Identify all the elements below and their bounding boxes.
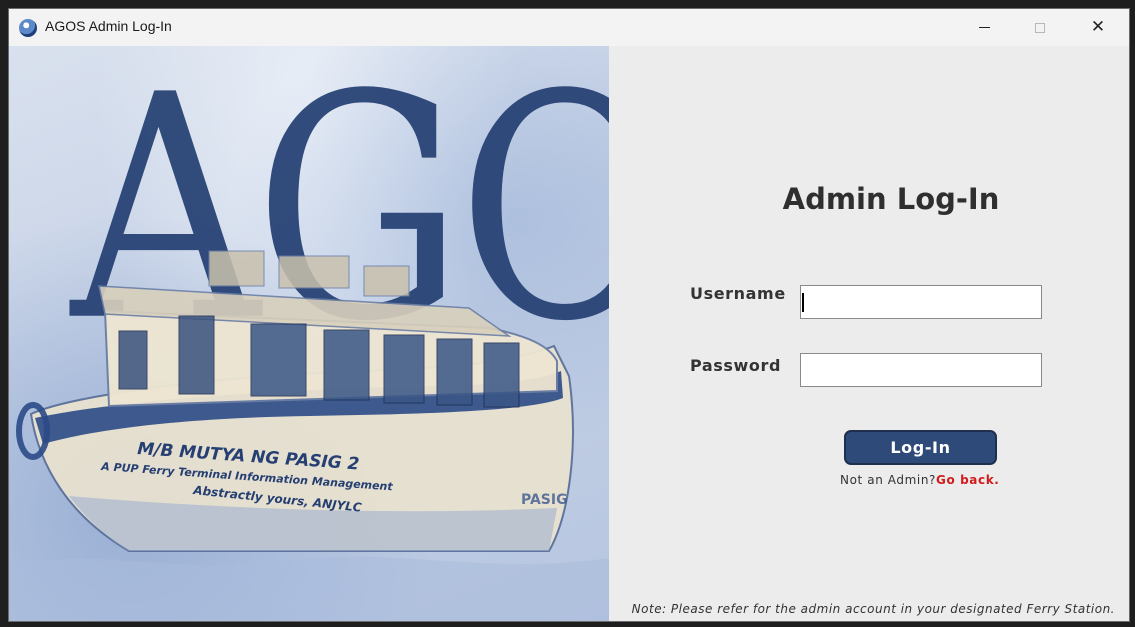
footer-note: Note: Please refer for the admin account…: [631, 602, 1115, 616]
minimize-button[interactable]: [961, 9, 1007, 46]
ferry-illustration: M/B MUTYA NG PASIG 2 A PUP Ferry Termina…: [9, 250, 609, 621]
close-button[interactable]: ✕: [1075, 9, 1121, 46]
username-label: Username: [690, 284, 786, 303]
not-admin-row: Not an Admin?Go back.: [840, 473, 999, 487]
minimize-icon: [978, 27, 990, 28]
login-button[interactable]: Log-In: [844, 430, 997, 465]
password-label: Password: [690, 356, 782, 375]
window-title: AGOS Admin Log-In: [45, 18, 172, 34]
title-bar[interactable]: AGOS Admin Log-In ✕: [9, 9, 1129, 46]
page-title: Admin Log-In: [782, 182, 1000, 216]
text-cursor: [802, 293, 804, 312]
username-input[interactable]: [800, 285, 1042, 319]
not-admin-text: Not an Admin?: [840, 473, 937, 487]
background-editor-strip: [0, 0, 8, 627]
boat-side-text: PASIG: [521, 492, 568, 508]
hero-image: AGOS M/B MUTY: [9, 46, 609, 621]
login-window: AGOS Admin Log-In ✕ AGOS: [8, 8, 1130, 622]
password-input[interactable]: [800, 353, 1042, 387]
go-back-link[interactable]: Go back.: [936, 473, 999, 487]
maximize-icon: [1035, 22, 1045, 33]
close-icon: ✕: [1090, 17, 1106, 37]
login-panel: Admin Log-In Username Password Log-In No…: [609, 46, 1129, 621]
maximize-button[interactable]: [1017, 9, 1063, 46]
ferry-logo-icon: [19, 19, 37, 37]
